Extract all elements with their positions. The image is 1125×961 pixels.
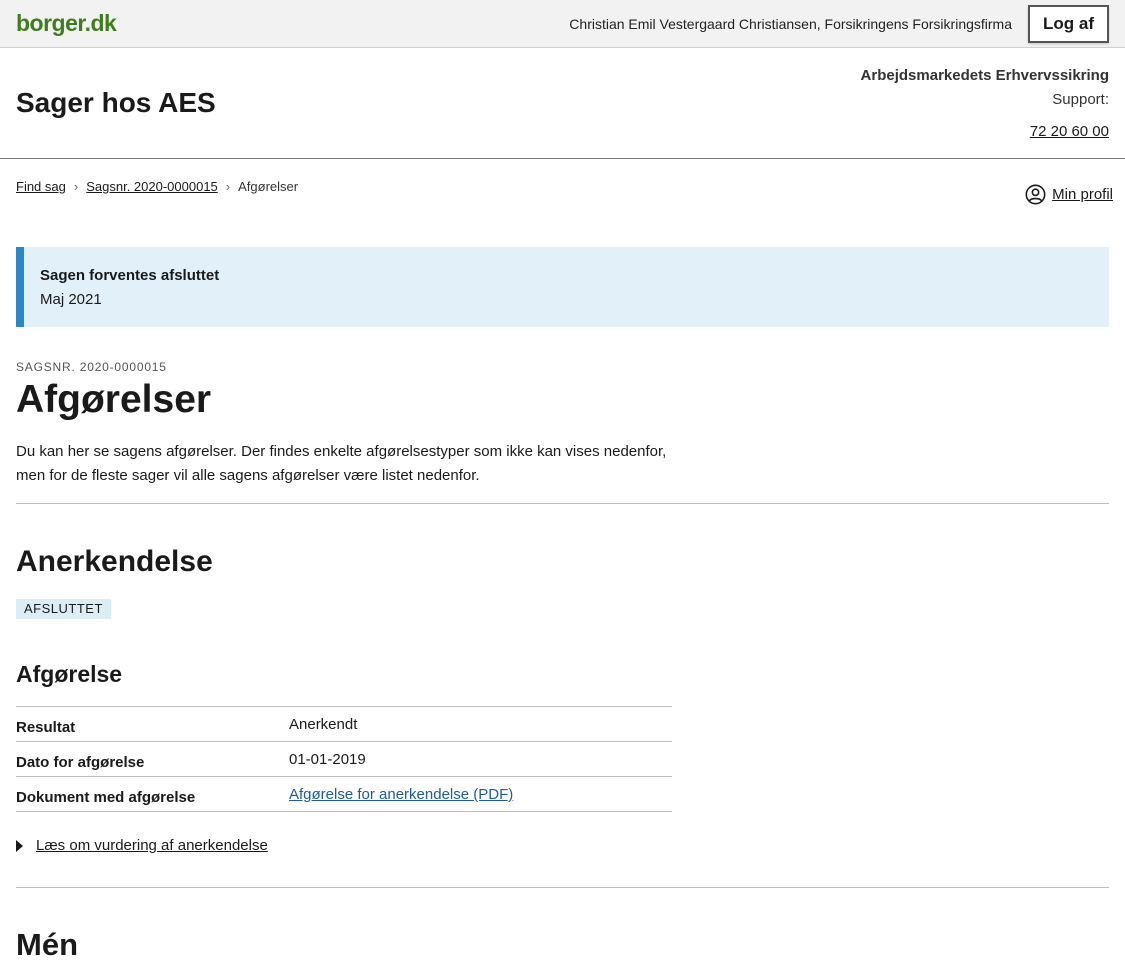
breadcrumb: Find sag › Sagsnr. 2020-0000015 › Afgøre… xyxy=(16,179,298,194)
case-number-kicker: SAGSNR. 2020-0000015 xyxy=(16,360,167,374)
row-value: Anerkendt xyxy=(289,716,358,733)
row-label: Resultat xyxy=(16,719,76,736)
status-badge: AFSLUTTET xyxy=(16,599,111,619)
assessment-expander[interactable]: Læs om vurdering af anerkendelse xyxy=(16,837,268,854)
table-row: Dato for afgørelse 01-01-2019 xyxy=(16,742,672,777)
row-value: 01-01-2019 xyxy=(289,751,366,768)
decision-subtitle: Afgørelse xyxy=(16,661,123,687)
support-label: Support: xyxy=(1052,91,1109,108)
support-phone-link[interactable]: 72 20 60 00 xyxy=(1030,123,1109,140)
divider xyxy=(16,887,1109,888)
logout-button[interactable]: Log af xyxy=(1028,5,1109,43)
logged-in-user: Christian Emil Vestergaard Christiansen,… xyxy=(569,16,1012,32)
table-row: Dokument med afgørelse Afgørelse for ane… xyxy=(16,777,672,812)
borger-logo[interactable]: borger.dk xyxy=(16,10,117,37)
decision-pdf-link[interactable]: Afgørelse for anerkendelse (PDF) xyxy=(289,786,513,803)
row-label: Dokument med afgørelse xyxy=(16,789,196,806)
section-title-anerkendelse: Anerkendelse xyxy=(16,545,213,578)
page-title: Afgørelser xyxy=(16,378,212,421)
expected-completion-notice: Sagen forventes afsluttet Maj 2021 xyxy=(16,247,1109,327)
expander-label[interactable]: Læs om vurdering af anerkendelse xyxy=(36,837,268,854)
user-circle-icon xyxy=(1025,184,1046,205)
organization-name: Arbejdsmarkedets Erhvervssikring xyxy=(860,67,1109,84)
site-header: Sager hos AES Arbejdsmarkedets Erhvervss… xyxy=(0,48,1125,159)
notice-title: Sagen forventes afsluttet xyxy=(40,267,220,284)
notice-text: Maj 2021 xyxy=(40,291,102,308)
chevron-right-icon: › xyxy=(225,179,231,194)
profile-link-group[interactable]: Min profil xyxy=(1025,184,1113,205)
top-bar: borger.dk Christian Emil Vestergaard Chr… xyxy=(0,0,1125,48)
profile-link[interactable]: Min profil xyxy=(1052,186,1113,203)
divider xyxy=(16,503,1109,504)
section-title-men: Mén xyxy=(16,927,78,961)
intro-text: Du kan her se sagens afgørelser. Der fin… xyxy=(16,443,667,484)
site-title: Sager hos AES xyxy=(16,87,216,118)
breadcrumb-current: Afgørelser xyxy=(238,179,299,194)
chevron-right-icon: › xyxy=(73,179,79,194)
breadcrumb-find-sag[interactable]: Find sag xyxy=(16,179,66,194)
table-row: Resultat Anerkendt xyxy=(16,707,672,742)
row-label: Dato for afgørelse xyxy=(16,754,145,771)
breadcrumb-case-number[interactable]: Sagsnr. 2020-0000015 xyxy=(86,179,218,194)
decision-table: Resultat Anerkendt Dato for afgørelse 01… xyxy=(16,706,672,812)
caret-right-icon xyxy=(16,839,23,852)
